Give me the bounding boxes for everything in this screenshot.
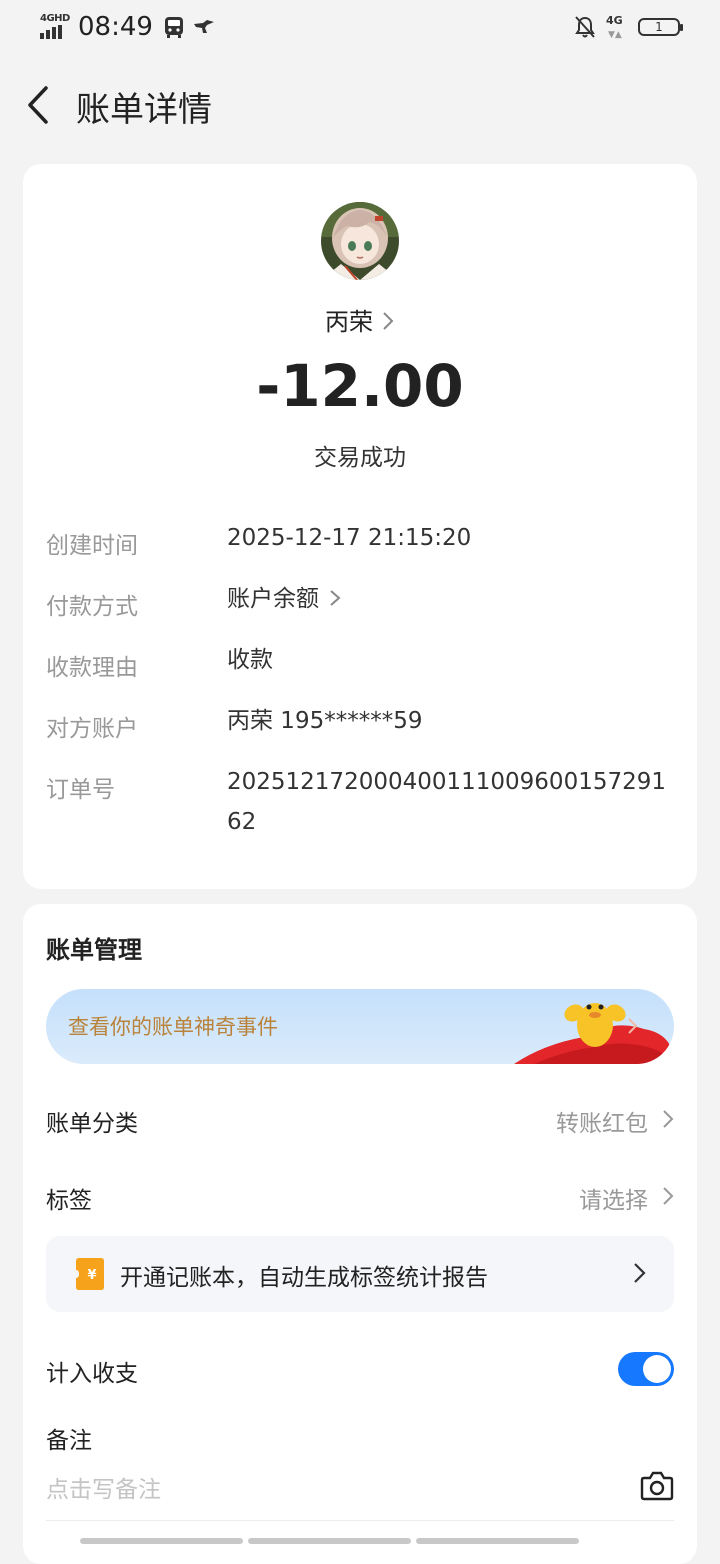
battery-level: 1 (655, 20, 663, 34)
tag-value: 请选择 (579, 1188, 648, 1214)
note-label: 备注 (46, 1428, 92, 1454)
detail-value: 2025-12-17 21:15:20 (227, 525, 472, 551)
mobile-data-icon: 4G ▼▲ (606, 14, 623, 40)
status-left: 4GHD 08:49 (40, 12, 223, 42)
detail-label: 对方账户 (46, 716, 138, 742)
bill-events-banner[interactable]: 查看你的账单神奇事件 (46, 989, 674, 1064)
svg-text:¥: ¥ (87, 1268, 96, 1283)
include-label: 计入收支 (46, 1361, 138, 1387)
detail-value: 丙荣 195******59 (227, 708, 423, 734)
bird-icon (193, 20, 214, 33)
chevron-right-icon (330, 589, 341, 606)
status-bar: 4GHD 08:49 4G ▼▲ 1 (0, 0, 720, 56)
detail-label: 付款方式 (46, 594, 138, 620)
order-number: 2025121720004001110096001572​9162 (227, 769, 666, 835)
chevron-right-icon (663, 1187, 674, 1205)
category-value: 转账红包 (556, 1111, 648, 1137)
signal-icon: 4GHD (40, 13, 72, 41)
include-in-stats-toggle[interactable] (618, 1352, 674, 1386)
category-label: 账单分类 (46, 1111, 138, 1137)
transaction-amount: -12.00 (256, 352, 464, 420)
detail-label: 订单号 (46, 777, 115, 803)
ledger-ticket-icon: ¥ (76, 1258, 104, 1290)
divider (46, 1520, 674, 1521)
ledger-promo-banner[interactable]: ¥ 开通记账本，自动生成标签统计报告 (46, 1236, 674, 1312)
header: 账单详情 (0, 56, 720, 152)
network-type: 4GHD (40, 13, 70, 24)
payee-name-link[interactable]: 丙荣 (23, 302, 697, 337)
detail-value: 账户余额 (227, 579, 667, 619)
chevron-right-icon (383, 312, 394, 330)
promo-text: 开通记账本，自动生成标签统计报告 (120, 1265, 488, 1291)
tag-label: 标签 (46, 1188, 92, 1214)
battery-icon: 1 (638, 18, 683, 36)
page-title: 账单详情 (76, 90, 212, 130)
payee-avatar[interactable] (321, 202, 399, 280)
chevron-right-icon (634, 1263, 646, 1283)
bus-icon (164, 17, 183, 38)
section-title: 账单管理 (46, 936, 142, 964)
note-input[interactable]: 点击写备注 (46, 1470, 161, 1504)
bell-muted-icon (575, 16, 595, 38)
detail-value: 收款 (227, 647, 273, 673)
payee-name: 丙荣 (325, 308, 373, 336)
bill-management-card: 账单管理 查看你的账单神奇事件 账单分类 转账红包 标签 请选择 ¥ 开通记账本… (23, 904, 697, 1564)
status-right: 4G ▼▲ 1 (574, 14, 683, 40)
detail-label: 收款理由 (46, 655, 138, 681)
detail-label: 创建时间 (46, 533, 138, 559)
chevron-right-icon (663, 1110, 674, 1128)
clock: 08:49 (78, 12, 153, 42)
bottom-tab-indicator (80, 1538, 579, 1544)
avatar-image (321, 202, 399, 280)
back-arrow-icon[interactable] (26, 86, 50, 124)
transaction-card: 丙荣 -12.00 交易成功 创建时间 2025-12-17 21:15:20 … (23, 164, 697, 889)
camera-icon[interactable] (640, 1470, 674, 1502)
toggle-knob (643, 1355, 671, 1383)
banner-text: 查看你的账单神奇事件 (68, 1015, 278, 1039)
transaction-status: 交易成功 (314, 445, 406, 471)
mascot-illustration (514, 1003, 674, 1064)
